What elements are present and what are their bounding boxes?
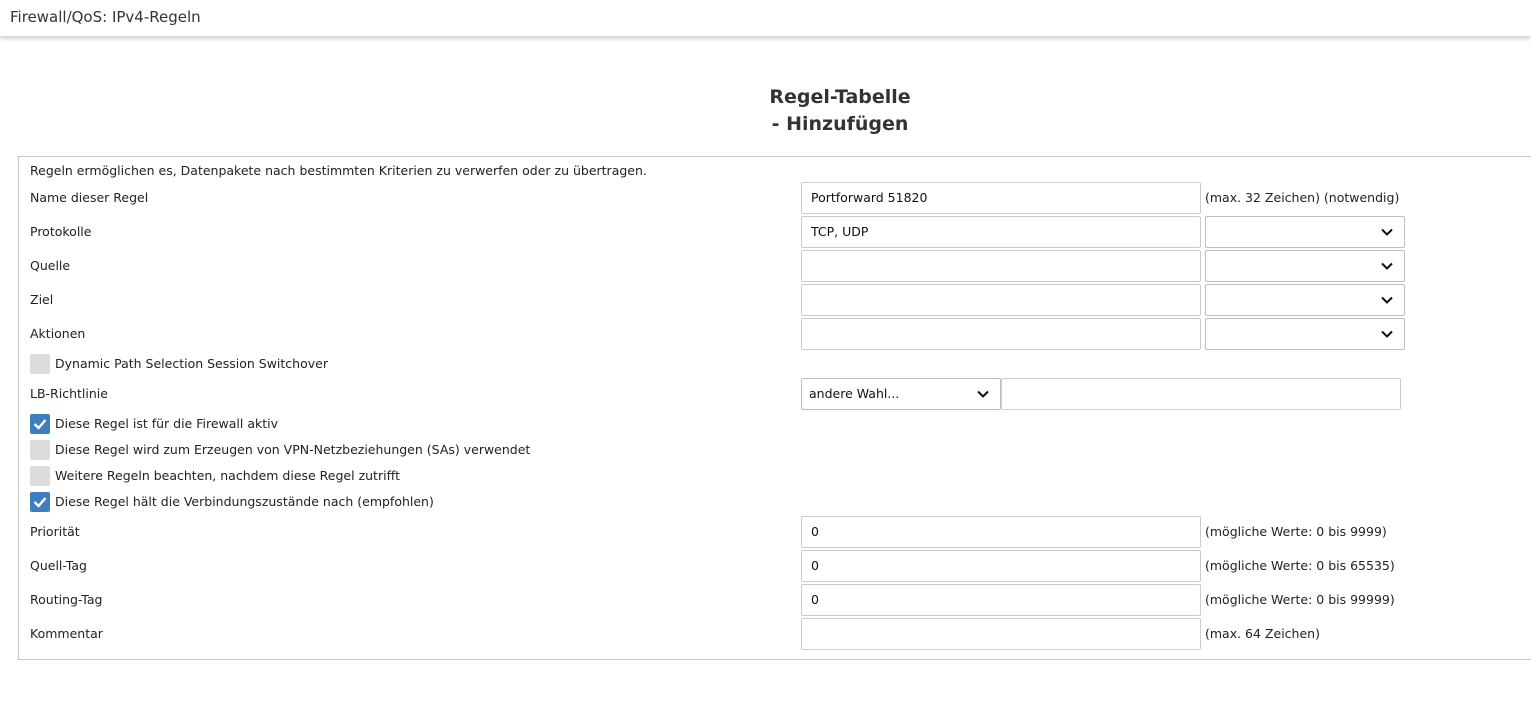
vpn-sa-checkbox[interactable] [30,440,50,460]
source-tag-input[interactable]: 0 [801,550,1201,582]
source-tag-label: Quell-Tag [30,558,87,573]
actions-input[interactable] [801,318,1201,350]
protocols-input[interactable]: TCP, UDP [801,216,1201,248]
priority-label: Priorität [30,524,80,539]
page-title-line1: Regel-Tabelle [769,86,911,108]
rule-name-hint: (max. 32 Zeichen) (notwendig) [1205,190,1400,205]
comment-label: Kommentar [30,626,103,641]
comment-hint: (max. 64 Zeichen) [1205,626,1320,641]
destination-label: Ziel [30,292,54,307]
checkmark-icon [33,497,47,508]
connection-state-label: Diese Regel hält die Verbindungszustände… [55,494,434,509]
dynamic-path-label: Dynamic Path Selection Session Switchove… [55,356,328,371]
destination-select[interactable] [1205,284,1405,316]
window-title: Firewall/QoS: IPv4-Regeln [10,8,201,26]
page-title: Regel-Tabelle - Hinzufügen [640,84,1040,138]
priority-input[interactable]: 0 [801,516,1201,548]
chevron-down-icon [1381,296,1393,304]
vpn-sa-label: Diese Regel wird zum Erzeugen von VPN-Ne… [55,442,531,457]
actions-label: Aktionen [30,326,86,341]
lb-policy-select[interactable]: andere Wahl... [801,378,1001,410]
priority-hint: (mögliche Werte: 0 bis 9999) [1205,524,1387,539]
connection-state-checkbox[interactable] [30,492,50,512]
firewall-active-label: Diese Regel ist für die Firewall aktiv [55,416,278,431]
actions-select[interactable] [1205,318,1405,350]
chevron-down-icon [1381,262,1393,270]
lb-policy-label: LB-Richtlinie [30,386,108,401]
lb-policy-select-value: andere Wahl... [809,386,900,401]
routing-tag-label: Routing-Tag [30,592,103,607]
source-label: Quelle [30,258,71,273]
top-bar: Firewall/QoS: IPv4-Regeln [0,0,1531,37]
protocols-select[interactable] [1205,216,1405,248]
page-title-line2: - Hinzufügen [771,113,909,135]
chevron-down-icon [1381,228,1393,236]
form-intro-text: Regeln ermöglichen es, Datenpakete nach … [30,163,647,178]
source-select[interactable] [1205,250,1405,282]
further-rules-label: Weitere Regeln beachten, nachdem diese R… [55,468,401,483]
routing-tag-input[interactable]: 0 [801,584,1201,616]
source-tag-hint: (mögliche Werte: 0 bis 65535) [1205,558,1395,573]
protocols-label: Protokolle [30,224,92,239]
destination-input[interactable] [801,284,1201,316]
firewall-active-checkbox[interactable] [30,414,50,434]
dynamic-path-checkbox[interactable] [30,354,50,374]
source-input[interactable] [801,250,1201,282]
rule-name-label: Name dieser Regel [30,190,149,205]
comment-input[interactable] [801,618,1201,650]
chevron-down-icon [977,390,989,398]
checkmark-icon [33,419,47,430]
chevron-down-icon [1381,330,1393,338]
lb-policy-input[interactable] [1001,378,1401,410]
rule-name-input[interactable]: Portforward 51820 [801,182,1201,214]
routing-tag-hint: (mögliche Werte: 0 bis 99999) [1205,592,1395,607]
further-rules-checkbox[interactable] [30,466,50,486]
